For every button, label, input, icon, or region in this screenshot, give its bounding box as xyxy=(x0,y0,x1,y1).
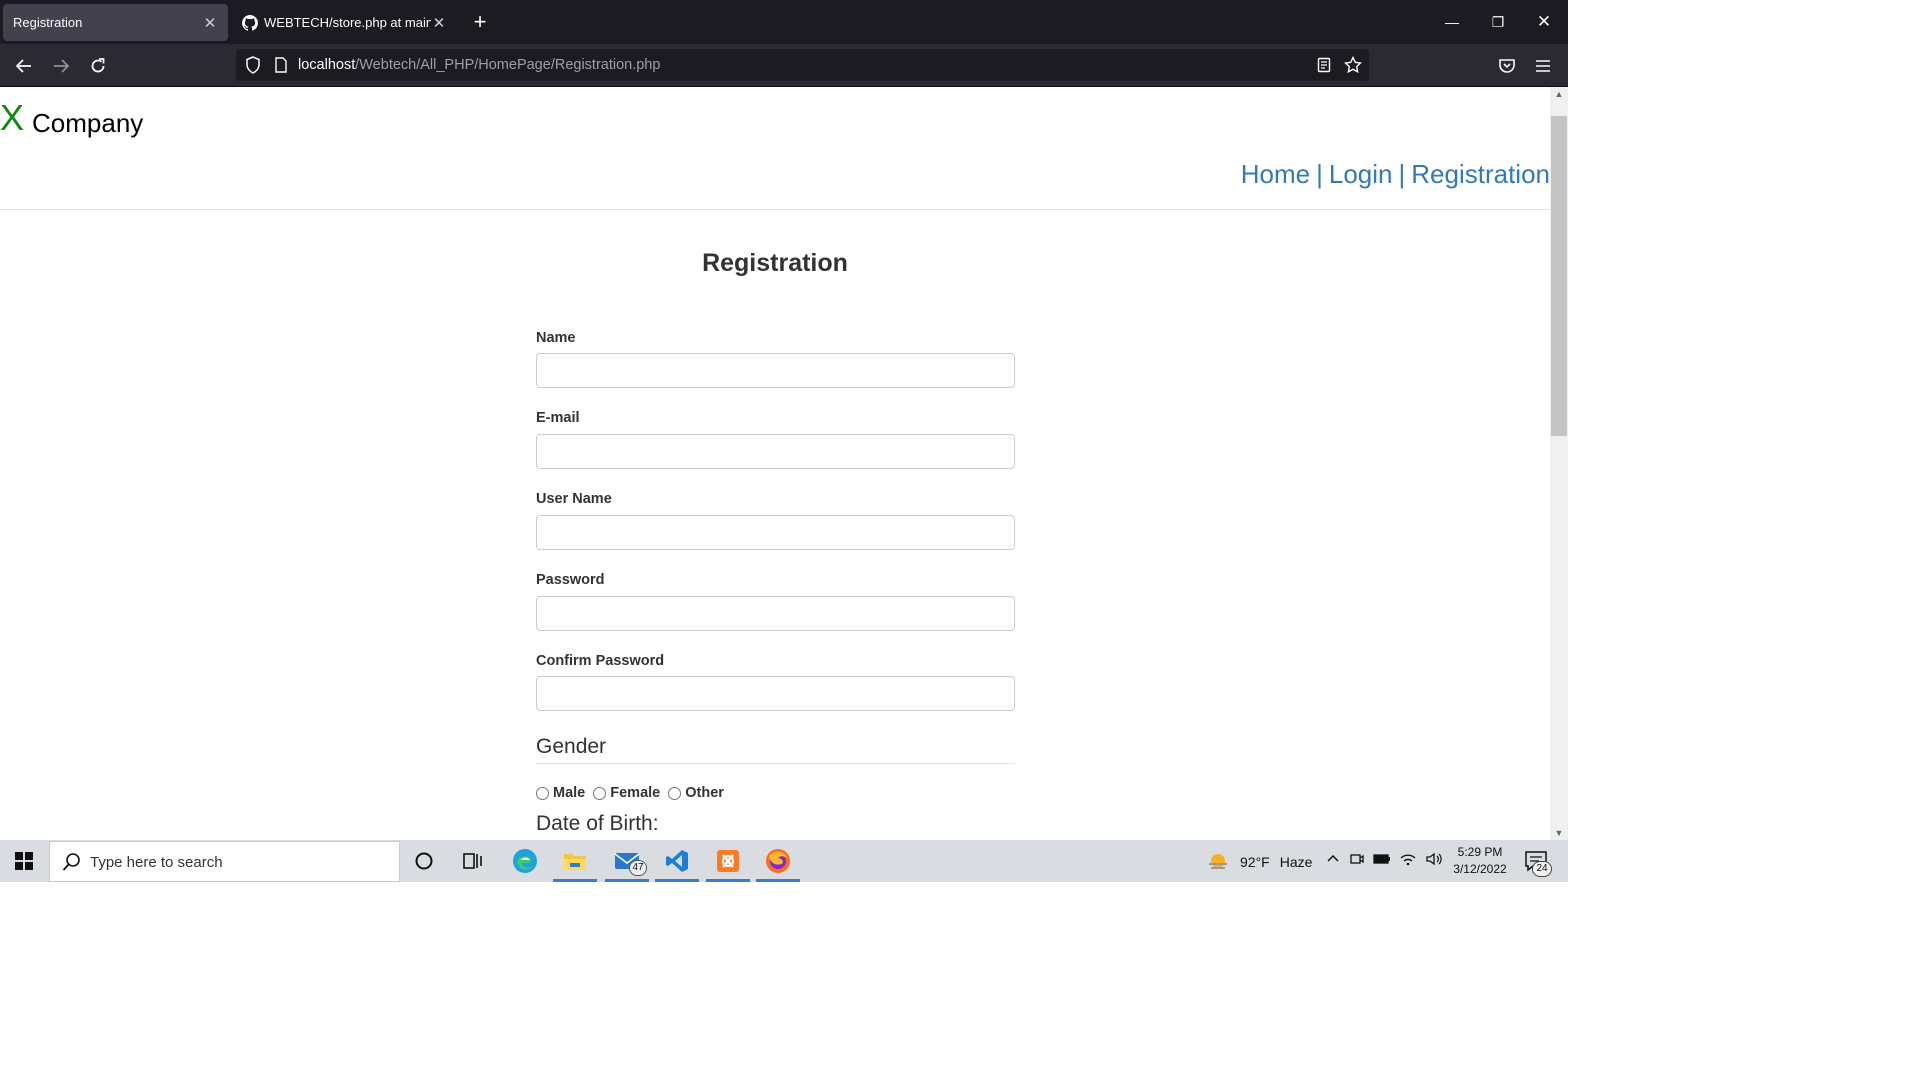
pocket-icon[interactable] xyxy=(1492,51,1522,81)
xampp-icon[interactable] xyxy=(704,840,752,882)
meet-now-icon[interactable] xyxy=(1349,851,1365,867)
windows-taskbar: Type here to search 47 92°F Haze 5:29 PM… xyxy=(0,840,1568,882)
forward-arrow-icon[interactable] xyxy=(46,51,76,81)
top-navigation: Home | Login | Registration xyxy=(1241,159,1550,190)
back-arrow-icon[interactable] xyxy=(9,51,39,81)
email-label: E-mail xyxy=(536,410,580,426)
search-placeholder: Type here to search xyxy=(90,854,223,871)
wifi-icon[interactable] xyxy=(1399,851,1417,867)
page-scrollbar[interactable]: ▲ ▼ xyxy=(1550,87,1568,840)
url-bar[interactable]: localhost/Webtech/All_PHP/HomePage/Regis… xyxy=(236,49,1369,81)
password-input[interactable] xyxy=(536,596,1015,631)
reload-icon[interactable] xyxy=(83,51,113,81)
gender-option-label: Female xyxy=(610,785,661,801)
browser-tab-bar: Registration ✕ WEBTECH/store.php at main… xyxy=(0,0,1568,44)
tab-title: Registration xyxy=(13,15,83,30)
logo-name: Company xyxy=(32,108,144,138)
username-label: User Name xyxy=(536,491,612,507)
bookmark-star-icon[interactable] xyxy=(1344,56,1362,74)
gender-options: Male Female Other xyxy=(536,785,732,801)
radio-button[interactable] xyxy=(593,786,607,800)
notification-badge: 24 xyxy=(1532,861,1552,877)
name-input[interactable] xyxy=(536,353,1015,388)
battery-icon[interactable] xyxy=(1373,851,1391,867)
scroll-thumb[interactable] xyxy=(1551,116,1567,436)
weather-widget[interactable]: 92°F Haze xyxy=(1206,852,1312,872)
search-icon xyxy=(62,853,80,871)
logo-mark: X xyxy=(0,97,25,138)
password-label: Password xyxy=(536,572,605,588)
email-input[interactable] xyxy=(536,434,1015,469)
weather-condition: Haze xyxy=(1279,854,1313,870)
file-explorer-icon[interactable] xyxy=(551,840,599,882)
nav-separator: | xyxy=(1316,159,1323,189)
nav-link-home[interactable]: Home xyxy=(1241,159,1310,189)
confirm-password-label: Confirm Password xyxy=(536,653,665,669)
haze-sun-icon xyxy=(1209,854,1227,869)
page-icon[interactable] xyxy=(272,56,290,74)
nav-link-registration[interactable]: Registration xyxy=(1411,159,1550,189)
scroll-up-icon[interactable]: ▲ xyxy=(1550,87,1568,101)
task-view-icon[interactable] xyxy=(449,840,497,882)
gender-option-label: Other xyxy=(685,785,724,801)
close-tab-icon[interactable]: ✕ xyxy=(202,14,218,32)
reader-view-icon[interactable] xyxy=(1315,56,1333,74)
chevron-up-icon[interactable] xyxy=(1325,851,1341,867)
confirm-password-input[interactable] xyxy=(536,676,1015,711)
cortana-icon[interactable] xyxy=(400,840,448,882)
gender-option-female[interactable]: Female xyxy=(593,785,660,801)
weather-temp: 92°F xyxy=(1240,854,1270,870)
username-input[interactable] xyxy=(536,515,1015,550)
close-tab-icon[interactable]: ✕ xyxy=(431,14,447,32)
gender-option-other[interactable]: Other xyxy=(668,785,724,801)
scroll-down-icon[interactable]: ▼ xyxy=(1550,826,1568,840)
restore-icon[interactable]: ❐ xyxy=(1483,8,1513,36)
url-text[interactable]: localhost/Webtech/All_PHP/HomePage/Regis… xyxy=(298,57,660,73)
firefox-icon[interactable] xyxy=(754,840,802,882)
github-icon xyxy=(242,14,258,31)
form-title: Registration xyxy=(702,249,848,277)
close-window-icon[interactable]: ✕ xyxy=(1529,8,1559,36)
radio-button[interactable] xyxy=(668,786,682,800)
edge-browser-icon[interactable] xyxy=(501,840,549,882)
tab-registration[interactable]: Registration ✕ xyxy=(3,4,228,41)
page-viewport: X Company Home | Login | Registration Registr… xyxy=(0,87,1550,840)
header-divider xyxy=(0,209,1550,210)
clock-date: 3/12/2022 xyxy=(1453,862,1507,876)
system-tray xyxy=(1325,851,1443,867)
shield-icon[interactable] xyxy=(244,56,262,74)
browser-nav-bar: localhost/Webtech/All_PHP/HomePage/Regis… xyxy=(0,44,1568,87)
radio-button[interactable] xyxy=(536,786,549,800)
volume-icon[interactable] xyxy=(1425,851,1443,867)
url-path: /Webtech/All_PHP/HomePage/Registration.p… xyxy=(355,57,661,73)
dob-legend: Date of Birth: xyxy=(536,812,1015,840)
url-host: localhost xyxy=(298,57,356,73)
tab-title: WEBTECH/store.php at main · S xyxy=(264,15,431,30)
windows-start-icon[interactable] xyxy=(0,840,48,882)
company-logo[interactable]: X Company xyxy=(0,97,144,141)
clock-time: 5:29 PM xyxy=(1457,845,1503,859)
new-tab-plus-icon[interactable]: + xyxy=(467,8,493,36)
mail-badge: 47 xyxy=(629,860,647,876)
minimize-icon[interactable]: — xyxy=(1437,8,1467,36)
gender-legend: Gender xyxy=(536,735,1015,764)
taskbar-search-box[interactable]: Type here to search xyxy=(49,841,400,882)
gender-option-label: Male xyxy=(553,785,586,801)
menu-icon[interactable] xyxy=(1528,51,1558,81)
vscode-icon[interactable] xyxy=(653,840,701,882)
nav-separator: | xyxy=(1398,159,1406,189)
tab-github[interactable]: WEBTECH/store.php at main · S ✕ xyxy=(232,4,457,41)
mail-icon[interactable]: 47 xyxy=(603,840,651,882)
nav-link-login[interactable]: Login xyxy=(1329,159,1393,189)
gender-option-male[interactable]: Male xyxy=(536,785,585,801)
system-clock[interactable]: 5:29 PM 3/12/2022 xyxy=(1445,844,1515,878)
name-label: Name xyxy=(536,330,576,346)
